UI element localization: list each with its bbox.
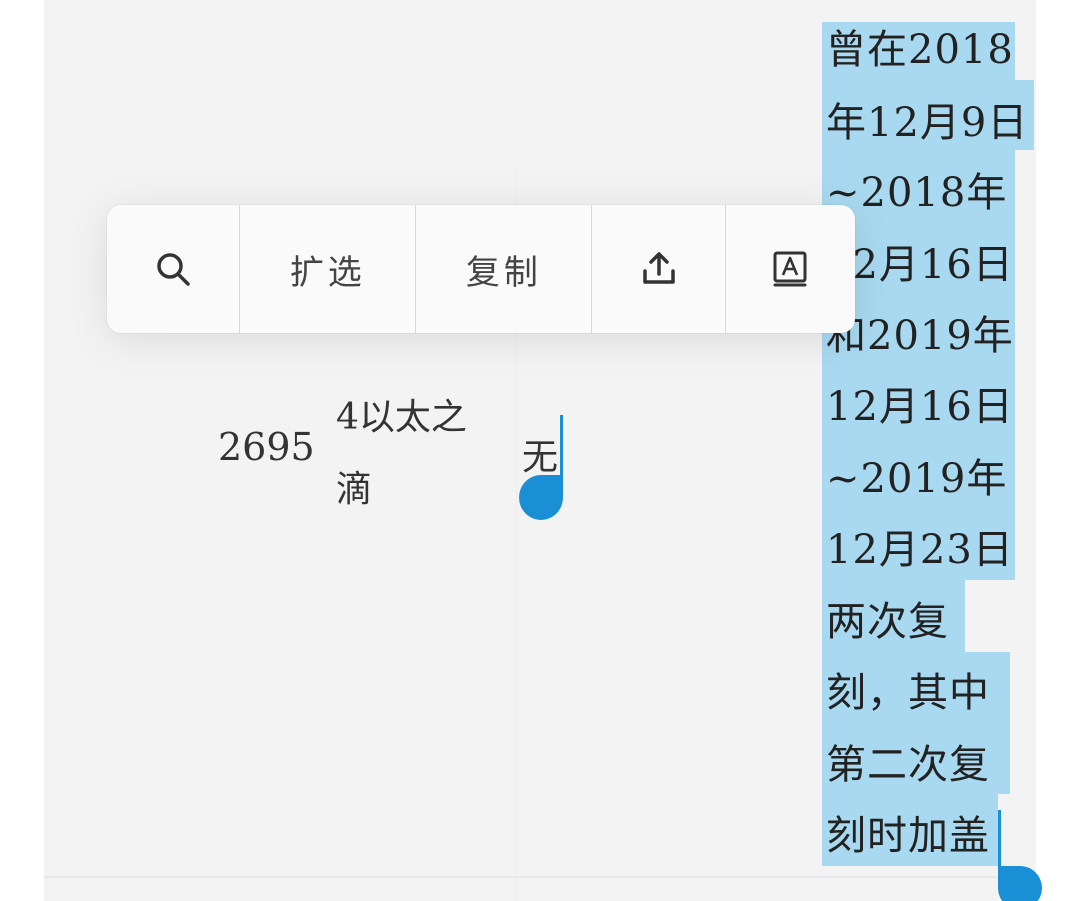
selected-text-line[interactable]: 两次复 bbox=[826, 597, 949, 647]
search-button[interactable] bbox=[107, 205, 241, 333]
expand-selection-button[interactable]: 扩选 bbox=[240, 205, 417, 333]
selected-text-line[interactable]: 曾在2018 bbox=[826, 25, 1014, 75]
copy-button[interactable]: 复制 bbox=[416, 205, 593, 333]
selection-end-handle-bar[interactable] bbox=[998, 810, 1001, 870]
selected-text-line[interactable]: 12月23日 bbox=[826, 525, 1014, 575]
item-id: 2695 bbox=[218, 425, 315, 469]
item-name-line: 滴 bbox=[336, 469, 373, 510]
selected-text-line[interactable]: 年12月9日 bbox=[826, 98, 1028, 148]
selected-text-line[interactable]: 第二次复 bbox=[826, 740, 990, 790]
selected-text-line[interactable]: 12月16日 bbox=[826, 382, 1014, 432]
item-name-line: 4以太之 bbox=[336, 397, 467, 438]
translate-icon bbox=[773, 251, 807, 287]
selected-text-line[interactable]: ~2019年 bbox=[826, 454, 1007, 504]
item-value: 无 bbox=[522, 437, 559, 478]
translate-button[interactable] bbox=[726, 205, 855, 333]
selected-text-line[interactable]: 刻，其中 bbox=[826, 668, 990, 718]
search-icon bbox=[157, 253, 190, 286]
selected-text-line[interactable]: 刻时加盖 bbox=[826, 811, 990, 861]
selected-text-line[interactable]: ~2018年 bbox=[826, 168, 1007, 218]
page-bottom-edge bbox=[44, 876, 1036, 878]
selection-start-handle-bar[interactable] bbox=[560, 415, 563, 475]
text-selection-toolbar: 扩选 复制 bbox=[107, 205, 855, 333]
share-button[interactable] bbox=[592, 205, 726, 333]
share-icon bbox=[642, 252, 675, 284]
selection-start-handle[interactable] bbox=[519, 475, 563, 520]
